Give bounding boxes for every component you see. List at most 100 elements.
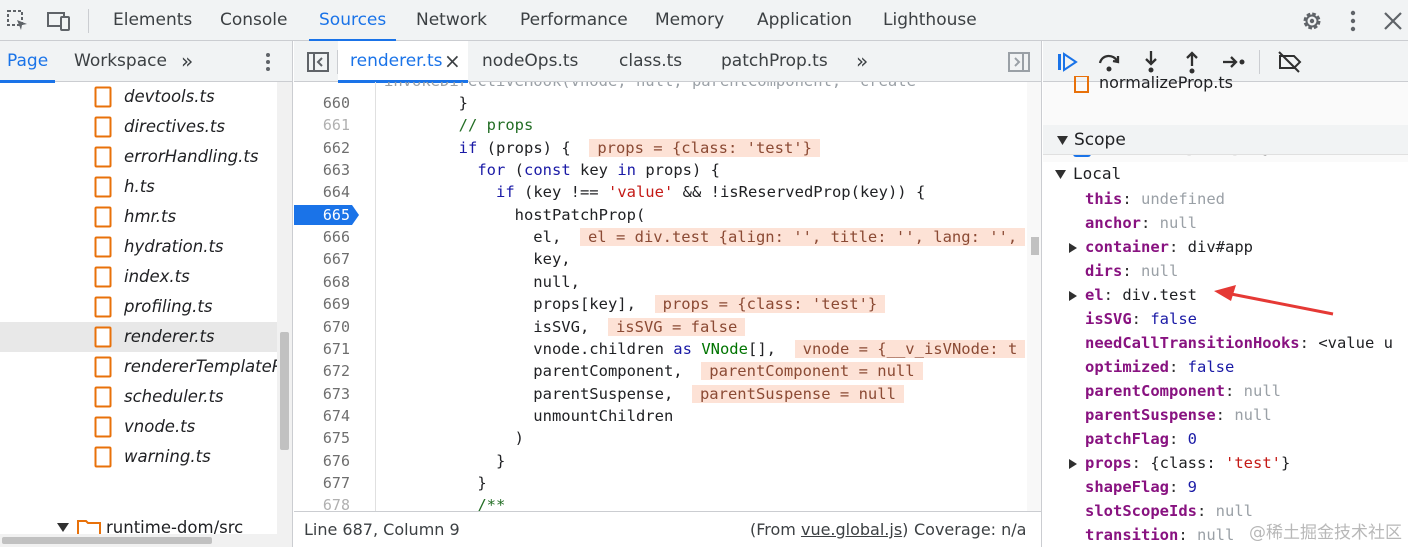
file-item[interactable]: index.ts	[0, 262, 277, 292]
more-options-icon[interactable]	[1340, 8, 1366, 34]
source-editor: renderer.ts × nodeOps.ts class.ts patchP…	[294, 41, 1042, 547]
scrollbar-thumb[interactable]	[2, 537, 212, 544]
expand-arrow-icon[interactable]	[1069, 243, 1077, 253]
editor-tab-renderer[interactable]: renderer.ts ×	[338, 41, 468, 83]
line-number[interactable]: 660	[294, 92, 350, 114]
deactivate-breakpoints-icon[interactable]	[1277, 49, 1303, 75]
variable-value: false	[1187, 358, 1235, 376]
breakpoint-file-name[interactable]: normalizeProp.ts	[1099, 72, 1233, 94]
file-item[interactable]: rendererTemplateRef.ts	[0, 352, 292, 382]
editor-tab-class[interactable]: class.ts	[619, 41, 682, 82]
scope-label: Scope	[1074, 130, 1126, 150]
expand-arrow-down-icon[interactable]	[57, 523, 69, 533]
code-text: key,	[384, 250, 571, 269]
line-number[interactable]: 661	[294, 114, 350, 136]
navigator-horizontal-scrollbar[interactable]	[0, 534, 277, 547]
local-scope-header[interactable]: Local	[1043, 161, 1408, 187]
line-number[interactable]: 665	[294, 204, 350, 226]
file-item[interactable]: directives.ts	[0, 112, 277, 142]
tab-application[interactable]: Application	[757, 0, 852, 41]
inspect-element-icon[interactable]	[5, 8, 31, 34]
variable-separator: :	[1299, 334, 1319, 352]
line-number[interactable]: 674	[294, 405, 350, 427]
variable-separator: :	[1169, 430, 1188, 448]
editor-tab-nodeops[interactable]: nodeOps.ts	[482, 41, 578, 82]
file-item[interactable]: devtools.ts	[0, 82, 277, 112]
expand-arrow-icon[interactable]	[1069, 459, 1077, 469]
tab-console[interactable]: Console	[220, 0, 288, 41]
close-tab-icon[interactable]: ×	[444, 41, 461, 82]
file-item[interactable]: warning.ts	[0, 442, 277, 472]
file-icon	[94, 236, 112, 258]
file-item[interactable]: profiling.ts	[0, 292, 277, 322]
file-icon	[94, 386, 112, 408]
code-line: 668 null,	[294, 271, 1027, 293]
tab-sources[interactable]: Sources	[308, 0, 397, 42]
tab-performance[interactable]: Performance	[520, 0, 628, 41]
more-tabs-chevron-icon[interactable]: »	[181, 41, 193, 82]
expand-arrow-icon[interactable]	[1069, 291, 1077, 301]
code-text: parentSuspense, parentSuspense = null	[384, 383, 904, 405]
file-name: renderer.ts	[124, 327, 215, 346]
variable-value: div#app	[1187, 238, 1253, 256]
scope-variable: parentSuspense: null	[1043, 403, 1408, 427]
file-icon	[94, 416, 112, 438]
variable-separator: :	[1122, 262, 1141, 280]
file-item[interactable]: hydration.ts	[0, 232, 277, 262]
code-view[interactable]: invokeDirectiveHook(vnode, null, parentC…	[294, 82, 1027, 537]
file-name: index.ts	[124, 267, 190, 286]
line-number[interactable]: 666	[294, 226, 350, 248]
line-number[interactable]: 668	[294, 271, 350, 293]
toggle-navigator-icon[interactable]	[306, 50, 330, 74]
line-number[interactable]: 675	[294, 427, 350, 449]
close-devtools-icon[interactable]	[1380, 8, 1406, 34]
tab-network[interactable]: Network	[416, 0, 487, 41]
line-number[interactable]: 670	[294, 316, 350, 338]
editor-vertical-scrollbar[interactable]	[1027, 82, 1041, 537]
navigator-menu-icon[interactable]	[256, 50, 280, 74]
tab-lighthouse[interactable]: Lighthouse	[883, 0, 977, 41]
scope-variable[interactable]: container: div#app	[1043, 235, 1408, 259]
code-text: vnode.children as VNode[], vnode = {__v_…	[384, 338, 1026, 360]
tab-page[interactable]: Page	[0, 41, 56, 83]
line-number[interactable]: 677	[294, 472, 350, 494]
line-number[interactable]: 676	[294, 450, 350, 472]
line-number[interactable]: 673	[294, 383, 350, 405]
file-item[interactable]: scheduler.ts	[0, 382, 277, 412]
line-number[interactable]: 671	[294, 338, 350, 360]
line-number[interactable]: 664	[294, 181, 350, 203]
scope-variable[interactable]: props: {class: 'test'}	[1043, 451, 1408, 475]
code-text: // props	[458, 116, 534, 135]
variable-value: null	[1141, 262, 1179, 280]
code-line: 672 parentComponent, parentComponent = n…	[294, 360, 1027, 382]
toggle-debugger-icon[interactable]	[1007, 50, 1031, 74]
source-map-link[interactable]: vue.global.js	[801, 520, 902, 539]
line-number[interactable]: 663	[294, 159, 350, 181]
line-number[interactable]: 669	[294, 293, 350, 315]
line-number[interactable]: 662	[294, 137, 350, 159]
file-item[interactable]: vnode.ts	[0, 412, 277, 442]
file-item[interactable]: renderer.ts	[0, 322, 277, 352]
inline-value: vnode = {__v_isVNode: t	[794, 339, 1026, 358]
line-number[interactable]: 672	[294, 360, 350, 382]
editor-tab-patchprop[interactable]: patchProp.ts	[721, 41, 828, 82]
device-toolbar-icon[interactable]	[46, 8, 72, 34]
resume-icon[interactable]	[1054, 49, 1080, 75]
navigator-scrollbar[interactable]	[277, 82, 292, 547]
file-item[interactable]: hmr.ts	[0, 202, 277, 232]
code-line: 677 }	[294, 472, 1027, 494]
variable-value: <value u	[1318, 334, 1393, 352]
scope-section-header[interactable]: Scope	[1043, 125, 1408, 155]
line-number[interactable]: 667	[294, 248, 350, 270]
scrollbar-thumb[interactable]	[1031, 237, 1039, 255]
file-item[interactable]: h.ts	[0, 172, 277, 202]
tab-elements[interactable]: Elements	[113, 0, 192, 41]
scrollbar-thumb[interactable]	[280, 332, 289, 450]
file-item[interactable]: errorHandling.ts	[0, 142, 277, 172]
tab-memory[interactable]: Memory	[655, 0, 724, 41]
settings-gear-icon[interactable]	[1299, 8, 1325, 34]
tab-workspace[interactable]: Workspace	[74, 41, 167, 82]
file-name: devtools.ts	[124, 87, 215, 106]
code-line: 663 for (const key in props) {	[294, 159, 1027, 181]
more-editor-tabs-chevron-icon[interactable]: »	[856, 41, 868, 82]
